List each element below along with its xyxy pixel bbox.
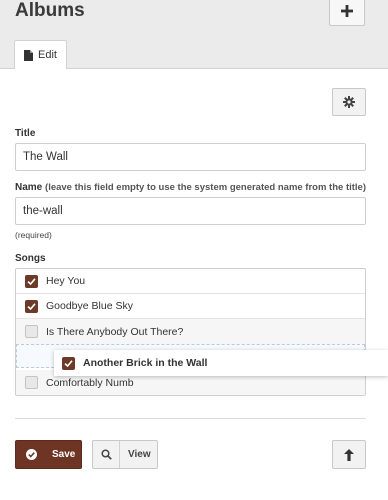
- checkbox-unchecked[interactable]: [25, 376, 38, 389]
- name-input[interactable]: the-wall: [15, 197, 366, 225]
- check-icon: [27, 302, 36, 310]
- tab-edit[interactable]: Edit: [14, 40, 67, 69]
- check-circle-icon: [25, 449, 37, 460]
- required-note: (required): [15, 230, 52, 240]
- view-button[interactable]: View: [92, 440, 158, 469]
- divider: [15, 418, 366, 419]
- title-input[interactable]: The Wall: [15, 143, 366, 171]
- save-label: Save: [52, 449, 76, 460]
- search-icon: [100, 449, 112, 460]
- save-button[interactable]: Save: [15, 440, 82, 469]
- list-item[interactable]: Hey You: [16, 269, 365, 294]
- plus-icon: [341, 5, 353, 17]
- checkbox-unchecked[interactable]: [25, 325, 38, 338]
- add-album-button[interactable]: [329, 0, 365, 26]
- checkbox-checked[interactable]: [62, 356, 75, 370]
- check-icon: [27, 277, 36, 285]
- song-label: Another Brick in the Wall: [83, 357, 208, 369]
- song-label: Goodbye Blue Sky: [46, 300, 133, 312]
- list-item[interactable]: Is There Anybody Out There?: [16, 319, 365, 344]
- checkbox-checked[interactable]: [25, 274, 38, 288]
- arrow-up-icon: [344, 448, 354, 461]
- view-label: View: [128, 449, 151, 460]
- check-icon: [64, 359, 73, 367]
- list-item[interactable]: Goodbye Blue Sky: [16, 294, 365, 319]
- songs-label: Songs: [15, 253, 46, 264]
- checkbox-checked[interactable]: [25, 299, 38, 313]
- title-label: Title: [15, 128, 36, 139]
- document-icon: [24, 49, 34, 61]
- song-label: Hey You: [46, 275, 86, 287]
- scroll-top-button[interactable]: [332, 440, 366, 469]
- tab-edit-label: Edit: [38, 49, 57, 61]
- dragging-list-item[interactable]: Another Brick in the Wall: [54, 350, 388, 376]
- page-title: Albums: [15, 0, 85, 21]
- settings-button[interactable]: [332, 88, 366, 116]
- gear-icon: [343, 96, 355, 108]
- song-label: Is There Anybody Out There?: [46, 325, 184, 338]
- songs-list: Hey You Goodbye Blue Sky Is There Anybod…: [15, 268, 366, 396]
- song-label: Comfortably Numb: [46, 376, 134, 389]
- name-label-text: Name: [15, 182, 43, 193]
- name-hint: (leave this field empty to use the syste…: [45, 182, 367, 193]
- name-label: Name (leave this field empty to use the …: [15, 182, 366, 193]
